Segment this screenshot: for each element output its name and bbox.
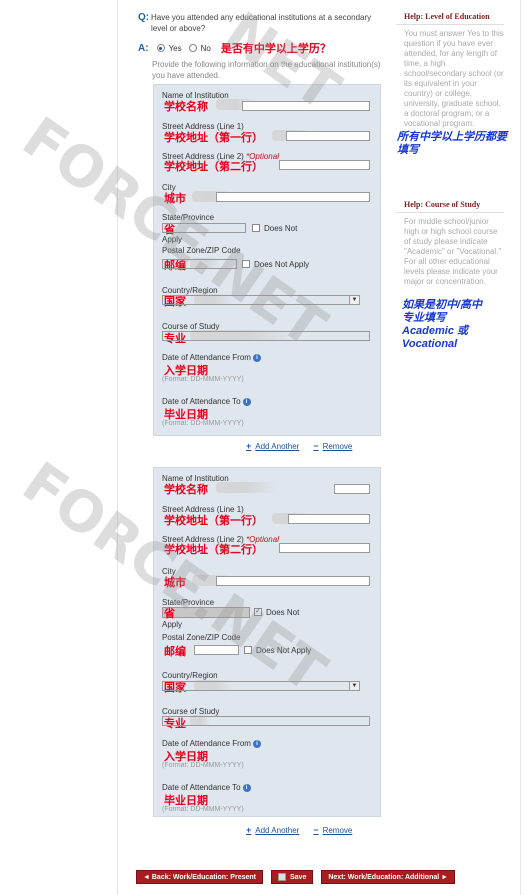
add-remove-row-2: + Add Another − Remove (246, 825, 352, 835)
state-input[interactable] (162, 607, 250, 618)
postal-label: Postal Zone/ZIP Code (162, 633, 241, 642)
annotation-city: 城市 (164, 577, 186, 589)
street2-input[interactable] (279, 160, 370, 170)
info-icon[interactable]: i (252, 739, 261, 748)
answer-letter: A: (138, 42, 149, 54)
yes-label: Yes (168, 43, 182, 53)
annotation-street1: 学校地址（第一行） (164, 132, 263, 144)
date-to-label: Date of Attendance To i (162, 783, 251, 792)
chevron-down-icon: ▼ (349, 296, 359, 304)
annotation-school-name: 学校名称 (164, 484, 208, 496)
city-input[interactable] (216, 192, 370, 202)
minus-icon: − (313, 441, 319, 451)
institution-name-input[interactable] (334, 484, 370, 494)
country-select[interactable]: ▼ (162, 681, 360, 691)
answer-row: A: Yes No 是否有中学以上学历？ (138, 42, 331, 56)
help-title: Help: Course of Study (396, 198, 504, 213)
info-icon[interactable]: i (242, 397, 251, 406)
info-icon[interactable]: i (242, 783, 251, 792)
redaction (216, 482, 276, 493)
postal-label: Postal Zone/ZIP Code (162, 246, 241, 255)
add-another-link[interactable]: + Add Another (246, 441, 299, 451)
annotation-postal: 邮编 (164, 646, 186, 658)
remove-link[interactable]: − Remove (313, 441, 352, 451)
annotation-state: 省 (164, 608, 175, 620)
annotation-city: 城市 (164, 193, 186, 205)
add-remove-row-1: + Add Another − Remove (246, 441, 352, 451)
help-title: Help: Level of Education (396, 10, 504, 25)
street2-input[interactable] (279, 543, 370, 553)
institution-form-2: Name of Institution 学校名称 Street Address … (153, 467, 381, 817)
plus-icon: + (246, 825, 252, 835)
state-does-not-apply-checkbox[interactable]: ✓ (254, 608, 262, 616)
back-button[interactable]: ◄ Back: Work/Education: Present (136, 870, 263, 884)
note-course-of-study: 如果是初中/高中 专业填写 Academic 或 Vocational (402, 299, 483, 350)
no-radio[interactable] (188, 44, 197, 52)
help-body: You must answer Yes to this question if … (404, 29, 504, 128)
course-input[interactable] (162, 716, 370, 726)
institution-form-1: Name of Institution 学校名称 Street Address … (153, 84, 381, 436)
street1-input[interactable] (288, 514, 370, 524)
state-does-not-label: Does Not (264, 224, 298, 233)
annotation-street2: 学校地址（第二行） (164, 544, 263, 556)
info-icon[interactable]: i (252, 353, 261, 362)
postal-does-not-apply-checkbox[interactable] (244, 646, 252, 654)
postal-does-not-apply-label: Does Not Apply (256, 646, 312, 655)
street1-input[interactable] (286, 131, 370, 141)
postal-does-not-apply-checkbox[interactable] (242, 260, 250, 268)
date-from-label: Date of Attendance From i (162, 739, 261, 748)
city-input[interactable] (216, 576, 370, 586)
date-to-label: Date of Attendance To i (162, 397, 251, 406)
help-level-of-education: Help: Level of Education You must answer… (396, 10, 504, 129)
date-from-label: Date of Attendance From i (162, 353, 261, 362)
remove-link[interactable]: − Remove (313, 825, 352, 835)
yes-radio[interactable] (156, 44, 165, 52)
country-select[interactable]: ▼ (162, 295, 360, 305)
annotation-street1: 学校地址（第一行） (164, 515, 263, 527)
question-text: Have you attended any educational instit… (151, 13, 372, 33)
help-course-of-study: Help: Course of Study For middle school/… (396, 198, 504, 287)
institution-name-input[interactable] (242, 101, 370, 111)
annotation-school-name: 学校名称 (164, 101, 208, 113)
date-from-format: (Format: DD-MMM-YYYY) (162, 762, 244, 769)
note-all-education: 所有中学以上学历都要填写 (397, 131, 507, 156)
postal-input[interactable] (162, 259, 237, 269)
date-to-format: (Format: DD-MMM-YYYY) (162, 420, 244, 427)
date-to-format: (Format: DD-MMM-YYYY) (162, 806, 244, 813)
course-input[interactable] (162, 331, 370, 341)
help-body: For middle school/junior high or high sc… (404, 217, 502, 286)
postal-does-not-apply-label: Does Not Apply (254, 260, 310, 269)
annotation-street2: 学校地址（第二行） (164, 161, 263, 173)
state-input[interactable] (162, 223, 246, 233)
navigation-bar: ◄ Back: Work/Education: Present Save Nex… (136, 868, 498, 886)
save-disk-icon (278, 873, 286, 881)
state-does-not-label: Does Not (266, 608, 300, 617)
instructions: Provide the following information on the… (152, 60, 381, 80)
annotation-has-education: 是否有中学以上学历？ (220, 43, 331, 55)
no-label: No (200, 43, 211, 53)
minus-icon: − (313, 825, 319, 835)
state-does-not-apply-checkbox[interactable] (252, 224, 260, 232)
date-from-format: (Format: DD-MMM-YYYY) (162, 376, 244, 383)
postal-input[interactable] (194, 645, 239, 655)
plus-icon: + (246, 441, 252, 451)
add-another-link[interactable]: + Add Another (246, 825, 299, 835)
chevron-down-icon: ▼ (349, 682, 359, 690)
save-button[interactable]: Save (271, 870, 314, 884)
next-button[interactable]: Next: Work/Education: Additional ► (321, 870, 456, 884)
state-apply-label: Apply (162, 235, 183, 244)
state-apply-label: Apply (162, 620, 183, 629)
